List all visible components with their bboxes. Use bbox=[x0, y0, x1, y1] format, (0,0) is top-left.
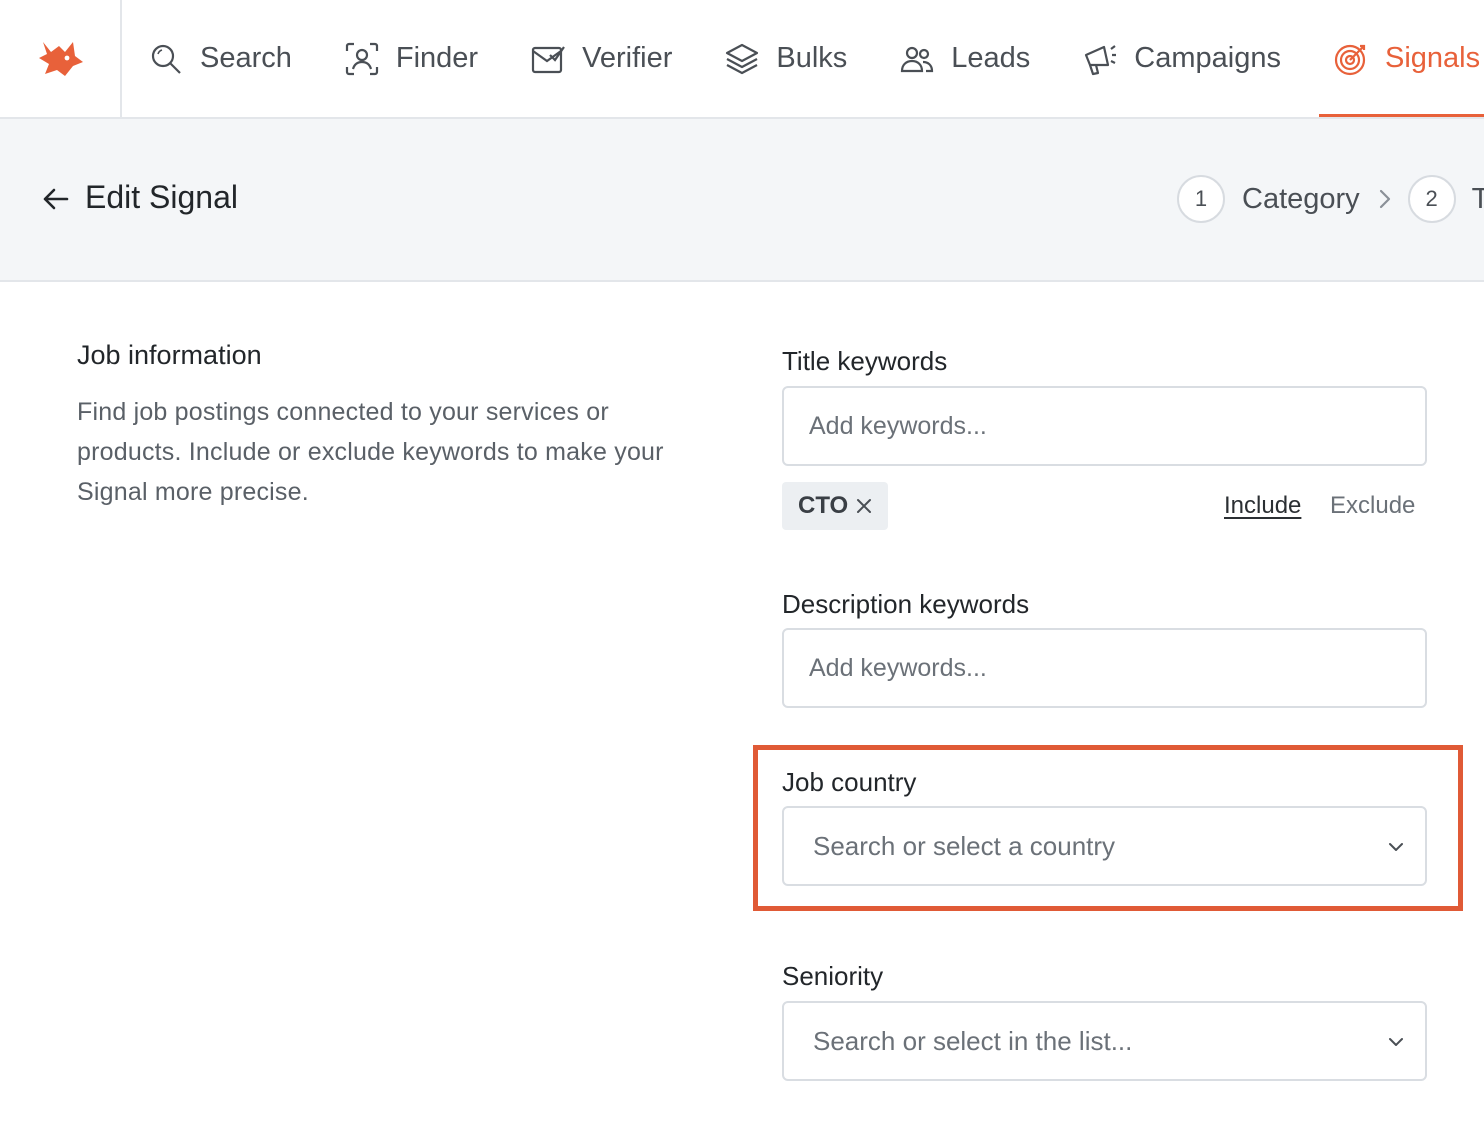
keyword-chip: CTO bbox=[782, 482, 889, 530]
title-keywords-field[interactable] bbox=[782, 386, 1427, 466]
target-icon bbox=[1333, 41, 1369, 77]
page-header: Edit Signal 1 Category 2 T bbox=[0, 119, 1484, 282]
nav-items: Search Finder Verifier Bulks Leads Campa… bbox=[122, 0, 1484, 117]
nav-item-bulks[interactable]: Bulks bbox=[698, 0, 873, 117]
step-2-number[interactable]: 2 bbox=[1407, 175, 1456, 223]
step-1-label[interactable]: Category bbox=[1242, 183, 1360, 216]
nav-item-signals[interactable]: Signals bbox=[1307, 0, 1484, 117]
nav-label-bulks: Bulks bbox=[776, 42, 848, 74]
stepper: 1 Category 2 T bbox=[1177, 175, 1484, 223]
job-country-label: Job country bbox=[782, 767, 917, 797]
nav-item-verifier[interactable]: Verifier bbox=[504, 0, 698, 117]
seniority-label: Seniority bbox=[782, 961, 884, 991]
search-icon bbox=[148, 41, 184, 77]
finder-icon bbox=[344, 41, 380, 77]
include-toggle[interactable]: Include bbox=[1224, 492, 1301, 520]
nav-item-search[interactable]: Search bbox=[122, 0, 318, 117]
chevron-down-icon bbox=[1389, 843, 1403, 851]
seniority-placeholder: Search or select in the list... bbox=[813, 1026, 1133, 1056]
verifier-icon bbox=[530, 41, 566, 77]
page-title: Edit Signal bbox=[85, 179, 238, 215]
title-keywords-input[interactable] bbox=[784, 388, 1425, 464]
nav-label-leads: Leads bbox=[951, 42, 1031, 74]
nav-item-finder[interactable]: Finder bbox=[318, 0, 504, 117]
users-icon bbox=[899, 41, 935, 77]
nav-item-campaigns[interactable]: Campaigns bbox=[1056, 0, 1307, 117]
nav-label-finder: Finder bbox=[395, 42, 479, 74]
seniority-select[interactable]: Search or select in the list... bbox=[782, 1001, 1427, 1081]
nav-label-campaigns: Campaigns bbox=[1134, 42, 1281, 74]
description-keywords-input[interactable] bbox=[784, 630, 1425, 706]
description-keywords-field[interactable] bbox=[782, 628, 1427, 708]
logo[interactable] bbox=[0, 0, 122, 117]
nav-label-signals: Signals bbox=[1384, 42, 1481, 74]
keyword-chip-label: CTO bbox=[798, 492, 849, 519]
section-description: Find job postings connected to your serv… bbox=[77, 398, 664, 506]
section-title: Job information bbox=[77, 340, 262, 370]
job-country-select[interactable]: Search or select a country bbox=[782, 806, 1427, 886]
step-2-label[interactable]: T bbox=[1472, 183, 1484, 216]
chevron-down-icon bbox=[1389, 1038, 1403, 1046]
chevron-right-icon bbox=[1379, 189, 1390, 209]
exclude-toggle[interactable]: Exclude bbox=[1330, 492, 1415, 520]
close-icon[interactable] bbox=[854, 496, 874, 516]
step-1-number[interactable]: 1 bbox=[1177, 175, 1225, 223]
nav-label-verifier: Verifier bbox=[582, 42, 673, 74]
title-keywords-label: Title keywords bbox=[782, 346, 948, 376]
job-country-placeholder: Search or select a country bbox=[813, 831, 1116, 861]
nav-item-leads[interactable]: Leads bbox=[873, 0, 1056, 117]
arrow-left-icon[interactable] bbox=[40, 183, 72, 215]
nav-label-search: Search bbox=[200, 42, 292, 74]
fox-logo-icon bbox=[39, 41, 83, 76]
layers-icon bbox=[724, 41, 760, 77]
description-keywords-label: Description keywords bbox=[782, 589, 1030, 619]
megaphone-icon bbox=[1082, 41, 1118, 77]
top-navigation: Search Finder Verifier Bulks Leads Campa… bbox=[0, 0, 1484, 119]
